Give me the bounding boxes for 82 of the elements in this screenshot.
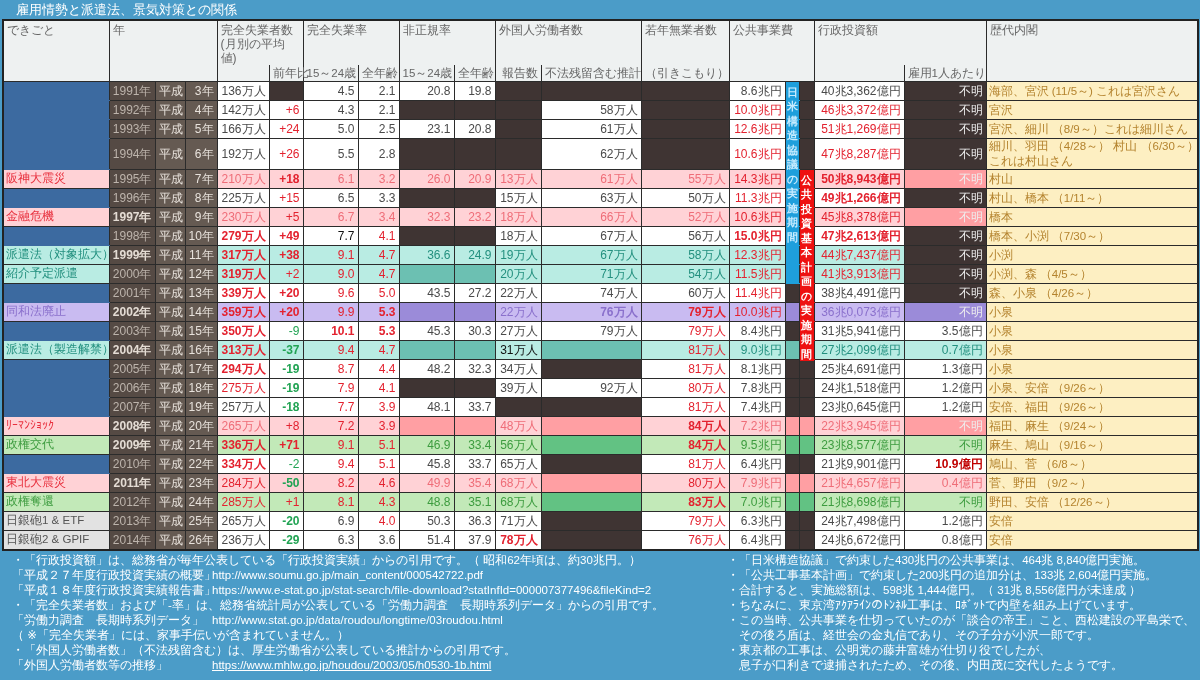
footnote: ・東京都の工事は、公明党の藤井富雄が仕切り役でしたが、 <box>727 643 1052 658</box>
event-label: 東北大震災 <box>3 473 109 493</box>
cabinet-text: 小渕、森 （4/5～） <box>988 266 1093 282</box>
cabinet-text: 安倍 <box>988 513 1014 529</box>
table-cell: 不明 <box>904 138 987 170</box>
footnote: ・「行政投資額」は、総務省が毎年公表している「行政投資実績」からの引用です。（ 昭和62年頃は、約30兆円。） <box>12 554 641 566</box>
column-header: 非正規率 <box>402 23 451 37</box>
event-label: 政権交代 <box>3 435 109 455</box>
cabinet-text: 細川、羽田 （4/28～） 村山 （6/30～） <box>988 139 1196 154</box>
source-title: 「平成２７年度行政投資実績の概要」 <box>12 568 212 583</box>
footnote: ・「公共工事基本計画」で約束した200兆円の追加分は、133兆 2,604億円実施。 <box>727 568 1159 583</box>
cabinet-text: 森、小泉 （4/26～） <box>988 285 1100 301</box>
event-label: 同和法廃止 <box>3 302 109 322</box>
cabinet-text: 麻生、鳩山 （9/16～） <box>988 437 1112 453</box>
column-header: 若年無業者数 <box>644 23 717 37</box>
column-subheader: 全年齢 <box>457 67 494 79</box>
footnote: ・「日米構造協議」で約束した430兆円の公共事業は、464兆 8,840億円実施。 <box>727 553 1147 568</box>
cabinet-text: 菅、野田 （9/2～） <box>988 475 1093 491</box>
column-subheader: 雇用1人あたり <box>907 67 986 79</box>
event-label: 日銀砲2 & GPIF <box>3 530 109 550</box>
column-header: 完全失業率 <box>306 23 367 37</box>
column-header: 行政投資額 <box>817 23 878 37</box>
cabinet-text: 小泉、安倍 （9/26～） <box>988 380 1112 396</box>
footnote: ・「完全失業者数」および「-率」は、総務省統計局が公表している「労働力調査 長期時系列データ」からの引用です。 <box>12 599 664 611</box>
footnote: （ ※「完全失業者」には、家事手伝いが含まれていません。） <box>12 629 349 641</box>
event-label: 派遣法（製造解禁） <box>3 340 109 360</box>
event-label: 紹介予定派遣 <box>3 264 109 284</box>
footnote: その後ろ盾は、経世会の金丸信であり、その子分が小沢一郎です。 <box>738 628 1100 643</box>
cabinet-text: 村山 <box>988 171 1014 187</box>
table-cell: 10.6兆円 <box>729 138 786 170</box>
source-url: http://www.soumu.go.jp/main_content/000542722.pdf <box>212 568 484 583</box>
column-header: 年 <box>112 23 125 37</box>
table-cell: 62万人 <box>541 138 642 170</box>
source-title: 「外国人労働者数等の推移」 <box>12 658 169 673</box>
source-link[interactable]: https://www.mhlw.go.jp/houdou/2003/05/h0530-1b.html <box>212 658 492 673</box>
cabinet-text: 安倍 <box>988 532 1014 548</box>
cabinet-text: 小泉 <box>988 323 1014 339</box>
cabinet-text: 宮沢 <box>988 102 1014 118</box>
cabinet-text: これは村山さん <box>988 154 1074 169</box>
event-label: 政権奪還 <box>3 492 109 512</box>
event-label: 日銀砲1 & ETF <box>3 511 109 531</box>
cabinet-text: 海部、宮沢 (11/5～) これは宮沢さん <box>988 83 1182 99</box>
page-title: 雇用情勢と派遣法、景気対策との関係 <box>15 1 237 19</box>
event-label: 阪神大震災 <box>3 169 109 189</box>
footnote: 息子が口利きで逮捕されたため、その後、内田茂に交代したようです。 <box>738 658 1124 673</box>
footnote: ・この当時、公共事業を仕切っていたのが「談合の帝王」こと、西松建設の平島栄で、 <box>727 613 1196 628</box>
cabinet-text: 小泉 <box>988 304 1014 320</box>
source-title: 「平成１８年度行政投資実績報告書」 <box>12 583 212 598</box>
event-label: ﾘｰﾏﾝｼｮｯｸ <box>3 416 109 436</box>
cabinet-text: 橋本 <box>988 209 1014 225</box>
cabinet-text: 小泉 <box>988 361 1014 377</box>
column-header: 完全失業者数 (月別の平均値) <box>220 23 293 65</box>
cabinet-text: 福田、麻生 （9/24～） <box>988 418 1112 434</box>
column-subheader: （引きこもり） <box>644 67 729 79</box>
cabinet-text: 安倍、福田 （9/26～） <box>988 399 1112 415</box>
table-cell: 5.5 <box>303 138 359 170</box>
blank-cell <box>399 138 455 170</box>
column-header: 公共事業費 <box>732 23 793 37</box>
column-header: できごと <box>7 23 55 37</box>
event-label: 金融危機 <box>3 207 109 227</box>
table-cell: 47兆8,287億円 <box>814 138 905 170</box>
column-header: 外国人労働者数 <box>498 23 583 37</box>
cabinet-text: 鳩山、菅 （6/8～） <box>988 456 1093 472</box>
footnote: ・合計すると、実施総額は、598兆 1,444億円。（ 31兆 8,556億円が未達成 ） <box>727 583 1143 598</box>
column-subheader: 全年齢 <box>361 67 398 79</box>
source-url: http://www.stat.go.jp/data/roudou/longtime/03roudou.html <box>212 613 503 628</box>
column-subheader: 15～24歳 <box>402 67 453 79</box>
table-cell: 192万人 <box>217 138 269 170</box>
source-url: https://www.e-stat.go.jp/stat-search/file-download?statInfId=000007377496&fileKind=2 <box>212 583 652 598</box>
footnote: ・「外国人労働者数」（不法残留含む）は、厚生労働省が公表している推計からの引用です。 <box>12 644 516 656</box>
column-subheader: 報告数 <box>501 67 538 79</box>
cabinet-text: 村山、橋本 （1/11～） <box>988 190 1111 206</box>
footnote: ・ちなみに、東京湾ｱｸｱﾗｲﾝのﾄﾝﾈﾙ工事は、ﾛﾎﾞｯﾄで内壁を組み上げています。 <box>727 598 1142 613</box>
event-label: 派遣法（対象拡大） <box>3 245 109 265</box>
source-title: 「労働力調査 長期時系列データ」 <box>12 613 205 628</box>
cabinet-text: 小泉 <box>988 342 1014 358</box>
cabinet-text: 宮沢、細川 （8/9～）これは細川さん <box>988 121 1189 137</box>
cabinet-text: 橋本、小渕 （7/30～） <box>988 228 1112 244</box>
cabinet-text: 小渕 <box>988 247 1014 263</box>
column-subheader: 不法残留含む推計 <box>544 67 641 79</box>
column-header: 歴代内閣 <box>989 23 1038 37</box>
cabinet-text: 野田、安倍 （12/26～） <box>988 494 1118 510</box>
